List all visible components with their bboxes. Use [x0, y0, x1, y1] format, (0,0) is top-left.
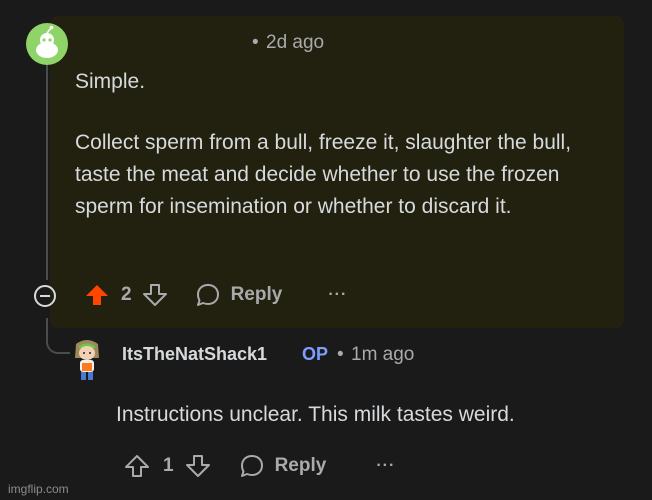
user-avatar[interactable]: [26, 23, 68, 65]
custom-avatar-icon: [75, 340, 99, 380]
comment-actions: 2 Reply ···: [84, 282, 347, 308]
comment-timestamp: 2d ago: [266, 32, 325, 53]
downvote-icon[interactable]: [185, 453, 211, 479]
comment-username[interactable]: ItsTheNatShack1: [122, 344, 267, 365]
reply-label: Reply: [274, 455, 327, 476]
upvote-icon[interactable]: [84, 282, 110, 308]
reply-button[interactable]: Reply: [239, 453, 327, 479]
user-avatar[interactable]: [70, 338, 104, 382]
collapse-thread-button[interactable]: [34, 285, 56, 307]
snoo-avatar-icon: [36, 25, 58, 58]
reply-label: Reply: [230, 284, 283, 305]
comment-actions: 1 Reply ···: [124, 453, 395, 479]
comment-text: Instructions unclear. This milk tastes w…: [116, 403, 515, 426]
comment-timestamp: 1m ago: [351, 344, 415, 365]
comment-paragraph: Collect sperm from a bull, freeze it, sl…: [75, 131, 572, 218]
downvote-icon[interactable]: [142, 282, 168, 308]
thread-line: [46, 65, 48, 280]
comment-paragraph: Simple.: [75, 70, 146, 93]
vote-count: 2: [121, 284, 132, 305]
reply-icon: [196, 284, 219, 306]
more-options-button[interactable]: ···: [376, 457, 395, 475]
reply-icon: [240, 455, 263, 477]
upvote-icon[interactable]: [124, 453, 150, 479]
watermark: imgflip.com: [8, 482, 69, 496]
reply-button[interactable]: Reply: [195, 282, 283, 308]
vote-count: 1: [163, 455, 174, 476]
op-badge: OP: [302, 344, 329, 364]
meta-dot: •: [337, 344, 344, 365]
more-options-button[interactable]: ···: [328, 286, 347, 304]
meta-dot: •: [252, 32, 259, 53]
